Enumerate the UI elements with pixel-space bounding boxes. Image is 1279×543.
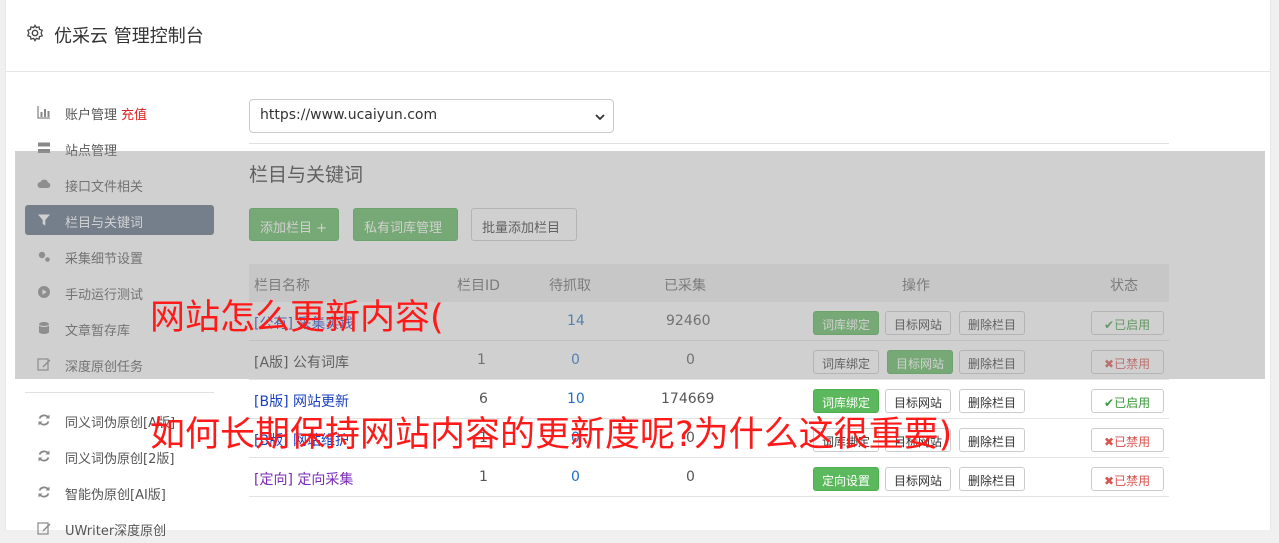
sidebar-item-label: 账户管理 <box>65 108 118 123</box>
site-select[interactable]: https://www.ucaiyun.com <box>249 99 614 133</box>
refresh-icon <box>38 450 50 462</box>
table-row: [定向] 定向采集 1 0 0 定向设置 目标网站 删除栏目 ✖已禁用 <box>249 458 1169 497</box>
target-site-button[interactable]: 目标网站 <box>885 467 952 491</box>
main-divider <box>249 143 1169 144</box>
close-icon: ✖ <box>1104 474 1115 488</box>
delete-column-button[interactable]: 删除栏目 <box>959 389 1026 413</box>
chevron-down-icon <box>595 114 605 121</box>
directed-settings-button[interactable]: 定向设置 <box>813 467 880 491</box>
collected-count: 0 <box>686 469 695 485</box>
bar-chart-icon <box>37 106 50 119</box>
column-id: 6 <box>479 391 488 407</box>
overlay-headline-1: 网站怎么更新内容( <box>150 298 444 338</box>
overlay-headline-2: 如何长期保持网站内容的更新度呢?为什么这很重要) <box>150 415 953 455</box>
pending-count[interactable]: 10 <box>567 391 585 407</box>
status-toggle[interactable]: ✔已启用 <box>1091 389 1164 413</box>
check-icon: ✔ <box>1104 396 1115 410</box>
status-toggle[interactable]: ✖已禁用 <box>1091 428 1164 452</box>
refresh-icon <box>38 486 50 498</box>
site-select-value: https://www.ucaiyun.com <box>260 107 438 123</box>
header-bar: 优采云 管理控制台 <box>6 0 1270 72</box>
collected-count: 174669 <box>661 391 715 407</box>
recharge-link[interactable]: 充值 <box>121 108 147 123</box>
delete-column-button[interactable]: 删除栏目 <box>959 467 1026 491</box>
gear-icon <box>26 24 44 42</box>
table-row: [B版] 网站更新 6 10 174669 词库绑定 目标网站 删除栏目 ✔已启… <box>249 380 1169 419</box>
sidebar-item-account[interactable]: 账户管理 充值 <box>25 97 214 127</box>
sidebar-divider <box>25 392 214 393</box>
column-name[interactable]: [B版] 网站更新 <box>254 391 349 411</box>
target-site-button[interactable]: 目标网站 <box>885 389 952 413</box>
lexicon-bind-button[interactable]: 词库绑定 <box>813 389 880 413</box>
close-icon: ✖ <box>1104 435 1115 449</box>
edit-icon <box>37 522 51 535</box>
sidebar-item-ai-original[interactable]: 智能伪原创[AI版] <box>25 477 214 507</box>
refresh-icon <box>38 414 50 426</box>
sidebar-item-uwriter[interactable]: UWriter深度原创 <box>25 513 214 543</box>
gray-overlay-band <box>15 151 1265 379</box>
sidebar-item-label: 智能伪原创[AI版] <box>65 488 166 503</box>
pending-count[interactable]: 0 <box>571 469 580 485</box>
page-title: 优采云 管理控制台 <box>54 26 204 47</box>
delete-column-button[interactable]: 删除栏目 <box>959 428 1026 452</box>
column-id: 1 <box>479 469 488 485</box>
column-name[interactable]: [定向] 定向采集 <box>254 469 353 489</box>
status-toggle[interactable]: ✖已禁用 <box>1091 467 1164 491</box>
